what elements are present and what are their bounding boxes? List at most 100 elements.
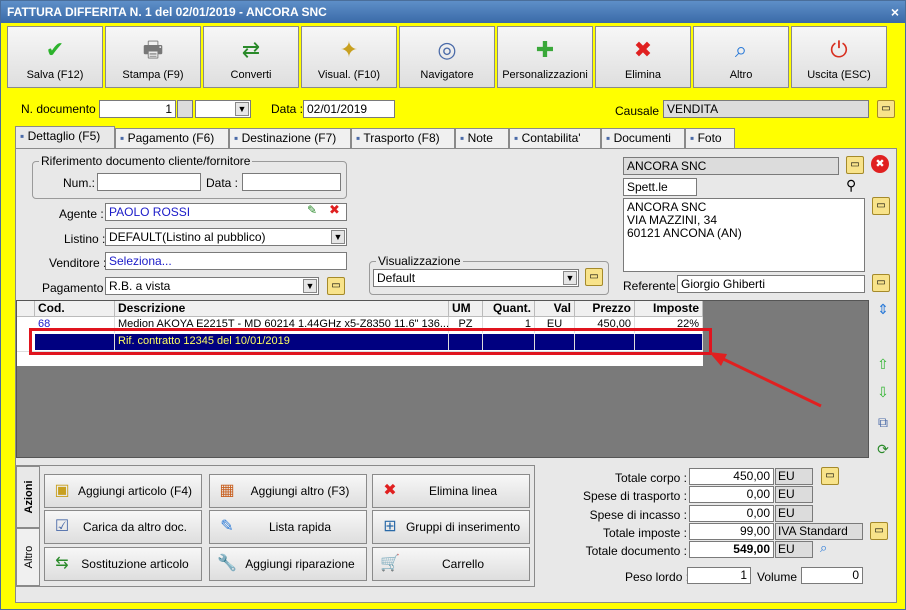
toolbar-button-label: Navigatore <box>420 69 474 81</box>
tab-label: Dettaglio (F5) <box>27 129 101 143</box>
toolbar-button-label: Stampa (F9) <box>122 69 184 81</box>
close-icon[interactable]: × <box>891 1 899 23</box>
toolbar-button-4[interactable]: ◎ Navigatore <box>399 26 495 88</box>
toolbar-button-1[interactable]: 🖶 Stampa (F9) <box>105 26 201 88</box>
tab-0[interactable]: ▪ Dettaglio (F5) <box>15 126 115 148</box>
action-button-7[interactable]: 🔧 Aggiungi riparazione <box>209 547 367 581</box>
peso-lordo-label: Peso lordo : <box>625 570 690 584</box>
tab-6[interactable]: ▪ Documenti <box>601 128 685 148</box>
ndoc-suffix-button[interactable] <box>177 100 193 118</box>
chevron-down-icon[interactable]: ▼ <box>563 271 577 285</box>
column-header[interactable]: Descrizione <box>115 301 449 317</box>
action-button-4[interactable]: ✎ Lista rapida <box>209 510 367 544</box>
chevron-down-icon[interactable]: ▼ <box>331 230 345 244</box>
ndoc-input[interactable]: 1 <box>99 100 176 118</box>
totale-imposte-value[interactable]: 99,00 <box>689 523 774 540</box>
column-header[interactable]: Cod. <box>35 301 115 317</box>
pagamento-folder-icon[interactable]: ▭ <box>327 277 345 295</box>
totale-imposte-label: Totale imposte : <box>602 526 687 540</box>
tab-azioni[interactable]: Azioni <box>16 466 40 528</box>
tab-label: Destinazione (F7) <box>241 131 337 145</box>
column-header[interactable]: UM <box>449 301 483 317</box>
action-button-2[interactable]: ✖ Elimina linea <box>372 474 530 508</box>
action-button-label: Elimina linea <box>428 484 498 498</box>
referente-folder-icon[interactable]: ▭ <box>872 274 890 292</box>
action-button-label: Lista rapida <box>268 520 332 534</box>
toolbar-button-7[interactable]: ⌕ Altro <box>693 26 789 88</box>
referente-input[interactable]: Giorgio Ghiberti <box>677 275 865 293</box>
toolbar-button-8[interactable]: ⏻ Uscita (ESC) <box>791 26 887 88</box>
causale-input[interactable]: VENDITA <box>663 100 869 118</box>
spese-trasporto-value[interactable]: 0,00 <box>689 486 774 503</box>
action-button-5[interactable]: ⊞ Gruppi di inserimento <box>372 510 530 544</box>
action-button-0[interactable]: ▣ Aggiungi articolo (F4) <box>44 474 202 508</box>
salutation-input[interactable]: Spett.le <box>623 178 697 196</box>
toolbar-button-5[interactable]: ✚ Personalizzazioni <box>497 26 593 88</box>
tab-altro[interactable]: Altro <box>16 528 40 586</box>
totale-corpo-value[interactable]: 450,00 <box>689 468 774 485</box>
column-header[interactable]: Quant. <box>483 301 535 317</box>
column-header[interactable]: Imposte <box>635 301 703 317</box>
zoom-icon[interactable]: ⌕ <box>820 540 827 556</box>
totale-documento-value[interactable]: 549,00 <box>689 541 774 558</box>
tab-2[interactable]: ▪ Destinazione (F7) <box>229 128 351 148</box>
toolbar-button-2[interactable]: ⇄ Converti <box>203 26 299 88</box>
cart-icon: 🛒 <box>380 555 400 572</box>
imposte-folder-icon[interactable]: ▭ <box>870 522 888 540</box>
pagamento-select[interactable]: R.B. a vista <box>105 277 319 295</box>
action-button-1[interactable]: ▦ Aggiungi altro (F3) <box>209 474 367 508</box>
spese-trasporto-currency: EU <box>775 486 813 503</box>
tab-7[interactable]: ▪ Foto <box>685 128 735 148</box>
totale-corpo-currency: EU <box>775 468 813 485</box>
toolbar-button-6[interactable]: ✖ Elimina <box>595 26 691 88</box>
column-header[interactable]: Prezzo <box>575 301 635 317</box>
cliente-folder-icon[interactable]: ▭ <box>846 156 864 174</box>
tab-3[interactable]: ▪ Trasporto (F8) <box>351 128 455 148</box>
address-line: 60121 ANCONA (AN) <box>627 226 742 240</box>
column-header[interactable]: Val <box>535 301 575 317</box>
toolbar-button-0[interactable]: ✔ Salva (F12) <box>7 26 103 88</box>
person-search-icon[interactable]: ⚲ <box>846 177 856 194</box>
action-button-label: Carrello <box>441 557 484 571</box>
listino-select[interactable]: DEFAULT(Listino al pubblico) <box>105 228 347 246</box>
action-button-label: Sostituzione articolo <box>81 557 189 571</box>
data-input[interactable]: 02/01/2019 <box>303 100 395 118</box>
action-button-6[interactable]: ⇆ Sostituzione articolo <box>44 547 202 581</box>
clear-icon[interactable]: ✖ <box>329 202 340 218</box>
action-button-8[interactable]: 🛒 Carrello <box>372 547 530 581</box>
ndoc-series-select[interactable]: ▼ <box>195 100 251 118</box>
refresh-icon[interactable]: ⟳ <box>874 441 892 459</box>
detail-icon: ▪ <box>20 129 28 143</box>
tab-4[interactable]: ▪ Note <box>455 128 509 148</box>
move-up-icon[interactable]: ⇧ <box>874 356 892 374</box>
tab-5[interactable]: ▪ Contabilita' <box>509 128 601 148</box>
tab-label: Documenti <box>613 131 671 145</box>
tab-label: Foto <box>697 131 722 145</box>
spese-incasso-value[interactable]: 0,00 <box>689 505 774 522</box>
tab-1[interactable]: ▪ Pagamento (F6) <box>115 128 229 148</box>
totals-folder-icon[interactable]: ▭ <box>821 467 839 485</box>
delete-line-icon: ✖ <box>383 482 397 499</box>
pencil-icon[interactable]: ✎ <box>307 203 317 217</box>
toolbar: ✔ Salva (F12) 🖶 Stampa (F9) ⇄ Converti ✦ Visual… <box>7 26 891 89</box>
action-button-3[interactable]: ☑ Carica da altro doc. <box>44 510 202 544</box>
totale-documento-currency: EU <box>775 541 813 558</box>
peso-lordo-value[interactable]: 1 <box>687 567 751 584</box>
chevron-down-icon[interactable]: ▼ <box>303 279 317 293</box>
num-input[interactable] <box>97 173 201 191</box>
causale-folder-icon[interactable]: ▭ <box>877 100 895 118</box>
move-down-icon[interactable]: ⇩ <box>874 384 892 402</box>
toolbar-button-3[interactable]: ✦ Visual. (F10) <box>301 26 397 88</box>
cliente-remove-icon[interactable]: ✖ <box>871 155 889 173</box>
rif-data-input[interactable] <box>242 173 341 191</box>
scroll-up-icon[interactable]: ⇕ <box>874 301 892 319</box>
volume-value[interactable]: 0 <box>801 567 863 584</box>
cliente-name[interactable]: ANCORA SNC <box>623 157 839 175</box>
visualizzazione-folder-icon[interactable]: ▭ <box>585 268 603 286</box>
copy-line-icon[interactable]: ⧉ <box>874 414 892 432</box>
visualizzazione-select[interactable]: Default <box>373 269 579 287</box>
cliente-address[interactable]: ANCORA SNC VIA MAZZINI, 34 60121 ANCONA (A… <box>623 198 865 272</box>
compass-icon: ◎ <box>437 37 457 62</box>
address-folder-icon[interactable]: ▭ <box>872 197 890 215</box>
venditore-input[interactable]: Seleziona... <box>105 252 347 270</box>
